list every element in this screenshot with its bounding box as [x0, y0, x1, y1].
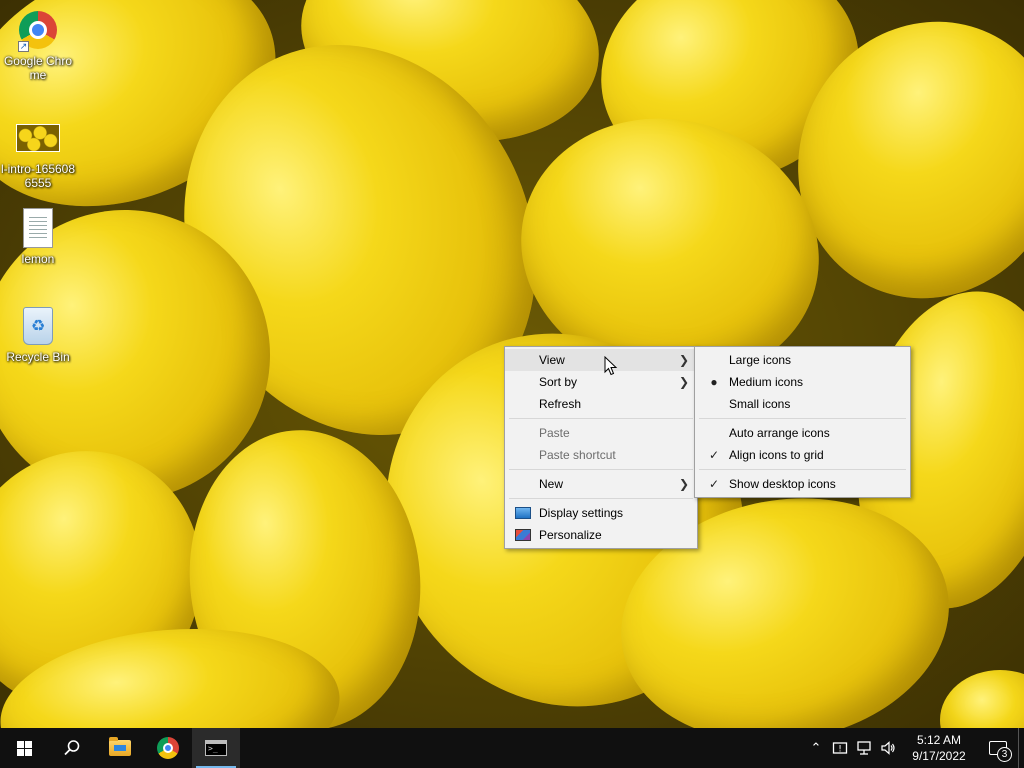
menu-item-view[interactable]: View ❯ [505, 349, 697, 371]
clock-date: 9/17/2022 [912, 749, 966, 763]
view-submenu: Large icons ● Medium icons Small icons A… [694, 346, 911, 498]
taskbar-file-explorer[interactable] [96, 728, 144, 768]
volume-icon [881, 741, 895, 755]
menu-item-label: Large icons [729, 353, 792, 367]
menu-item-label: View [539, 353, 565, 367]
mouse-pointer-icon [604, 356, 618, 376]
menu-item-label: New [539, 477, 564, 491]
desktop-icon-google-chrome[interactable]: ↗ Google Chrome [0, 8, 76, 82]
menu-item-new[interactable]: New ❯ [505, 473, 697, 495]
menu-separator [509, 498, 693, 499]
clock-time: 5:12 AM [916, 733, 962, 747]
menu-item-label: Sort by [539, 375, 578, 389]
action-center-button[interactable]: 3 [978, 728, 1018, 768]
chevron-right-icon: ❯ [678, 477, 689, 491]
menu-separator [699, 469, 906, 470]
menu-separator [509, 418, 693, 419]
checkmark-icon: ✓ [708, 448, 720, 462]
notification-count-badge: 3 [997, 747, 1012, 762]
desktop-icon-lemon[interactable]: lemon [0, 206, 76, 266]
desktop-icon-image-file[interactable]: l-intro-1656086555 [0, 116, 76, 190]
menu-item-label: Paste [539, 426, 570, 440]
menu-item-label: Display settings [539, 506, 624, 520]
taskbar-command-prompt[interactable] [192, 728, 240, 768]
menu-item-paste: Paste [505, 422, 697, 444]
shortcut-arrow-icon: ↗ [18, 41, 29, 52]
desktop-icon-label: lemon [21, 252, 55, 266]
taskbar: ⌃ ! 5:12 AM 9/17/2022 [0, 728, 1024, 768]
recycle-bin-icon: ♻ [16, 304, 60, 348]
menu-item-label: Align icons to grid [729, 448, 824, 462]
menu-item-auto-arrange[interactable]: Auto arrange icons [695, 422, 910, 444]
desktop-icon-label: l-intro-1656086555 [0, 162, 76, 190]
desktop-context-menu: View ❯ Sort by ❯ Refresh Paste Paste sho… [504, 346, 698, 549]
menu-item-label: Personalize [539, 528, 602, 542]
checkmark-icon: ✓ [708, 477, 720, 491]
menu-separator [699, 418, 906, 419]
chevron-right-icon: ❯ [678, 353, 689, 367]
menu-item-small-icons[interactable]: Small icons [695, 393, 910, 415]
menu-item-personalize[interactable]: Personalize [505, 524, 697, 546]
security-alert-icon: ! [832, 742, 848, 755]
network-icon [857, 741, 871, 755]
show-hidden-icons-button[interactable]: ⌃ [804, 728, 828, 768]
personalize-icon [515, 529, 531, 541]
menu-item-label: Auto arrange icons [729, 426, 830, 440]
windows-logo-icon [16, 740, 32, 756]
menu-item-label: Medium icons [729, 375, 804, 389]
radio-bullet-icon: ● [710, 375, 718, 389]
command-prompt-icon [205, 740, 227, 756]
menu-separator [509, 469, 693, 470]
wallpaper-lemon [940, 670, 1024, 728]
chevron-right-icon: ❯ [678, 375, 689, 389]
display-settings-icon [515, 507, 531, 519]
tray-network-button[interactable] [852, 728, 876, 768]
menu-item-display-settings[interactable]: Display settings [505, 502, 697, 524]
desktop-icon-label: Recycle Bin [6, 350, 70, 364]
tray-volume-button[interactable] [876, 728, 900, 768]
menu-item-medium-icons[interactable]: ● Medium icons [695, 371, 910, 393]
start-button[interactable] [0, 728, 48, 768]
tray-security-button[interactable]: ! [828, 728, 852, 768]
menu-item-show-desktop-icons[interactable]: ✓ Show desktop icons [695, 473, 910, 495]
search-button[interactable] [48, 728, 96, 768]
menu-item-refresh[interactable]: Refresh [505, 393, 697, 415]
text-document-icon [16, 206, 60, 250]
chrome-icon [157, 737, 179, 759]
menu-item-label: Show desktop icons [729, 477, 836, 491]
search-icon [64, 740, 80, 756]
desktop-icon-recycle-bin[interactable]: ♻ Recycle Bin [0, 304, 76, 364]
taskbar-chrome[interactable] [144, 728, 192, 768]
menu-item-label: Paste shortcut [539, 448, 616, 462]
chevron-up-icon: ⌃ [810, 740, 822, 755]
taskbar-clock[interactable]: 5:12 AM 9/17/2022 [900, 732, 978, 764]
chrome-icon: ↗ [16, 8, 60, 52]
menu-item-large-icons[interactable]: Large icons [695, 349, 910, 371]
file-explorer-icon [109, 737, 131, 756]
menu-item-label: Refresh [539, 397, 582, 411]
desktop-icon-label: Google Chrome [3, 54, 73, 82]
menu-item-align-to-grid[interactable]: ✓ Align icons to grid [695, 444, 910, 466]
image-thumbnail-icon [16, 116, 60, 160]
menu-item-sort-by[interactable]: Sort by ❯ [505, 371, 697, 393]
system-tray: ⌃ ! 5:12 AM 9/17/2022 3 [804, 728, 1024, 768]
menu-item-label: Small icons [729, 397, 791, 411]
show-desktop-button[interactable] [1018, 728, 1024, 768]
svg-text:!: ! [838, 745, 842, 755]
menu-item-paste-shortcut: Paste shortcut [505, 444, 697, 466]
